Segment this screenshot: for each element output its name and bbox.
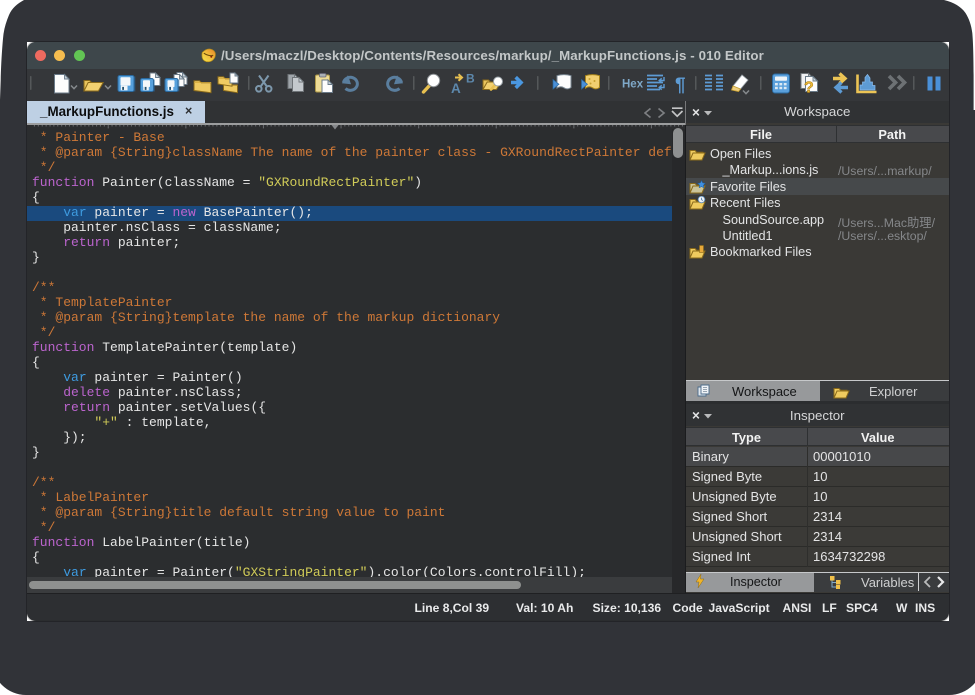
svg-text:A: A [451,81,461,96]
svg-text:¶: ¶ [675,75,686,96]
svg-text:?: ? [804,80,814,97]
svg-text:B: B [466,72,475,86]
svg-text:Hex: Hex [622,79,644,91]
